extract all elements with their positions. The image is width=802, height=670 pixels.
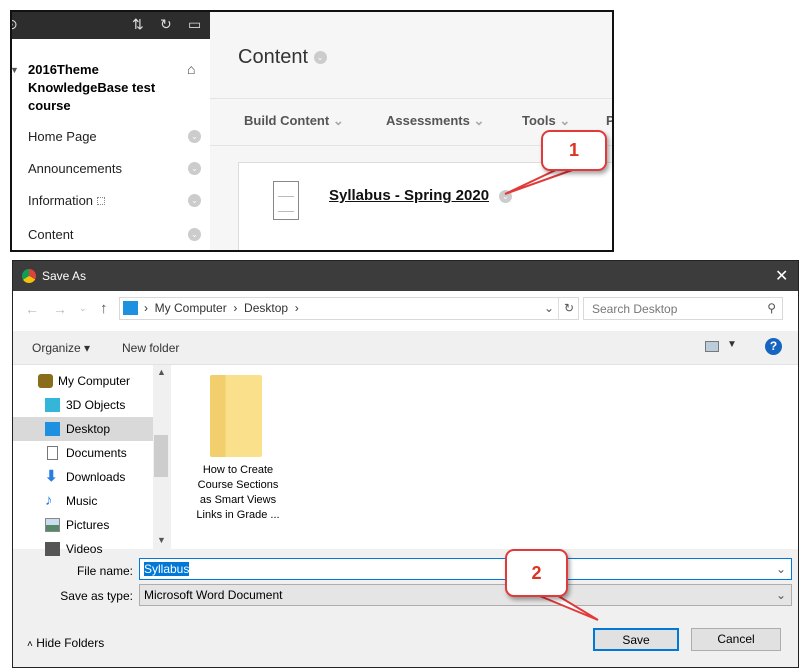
callout-2-tail-overlay [534,593,599,621]
callout-2: 2 [505,549,568,597]
